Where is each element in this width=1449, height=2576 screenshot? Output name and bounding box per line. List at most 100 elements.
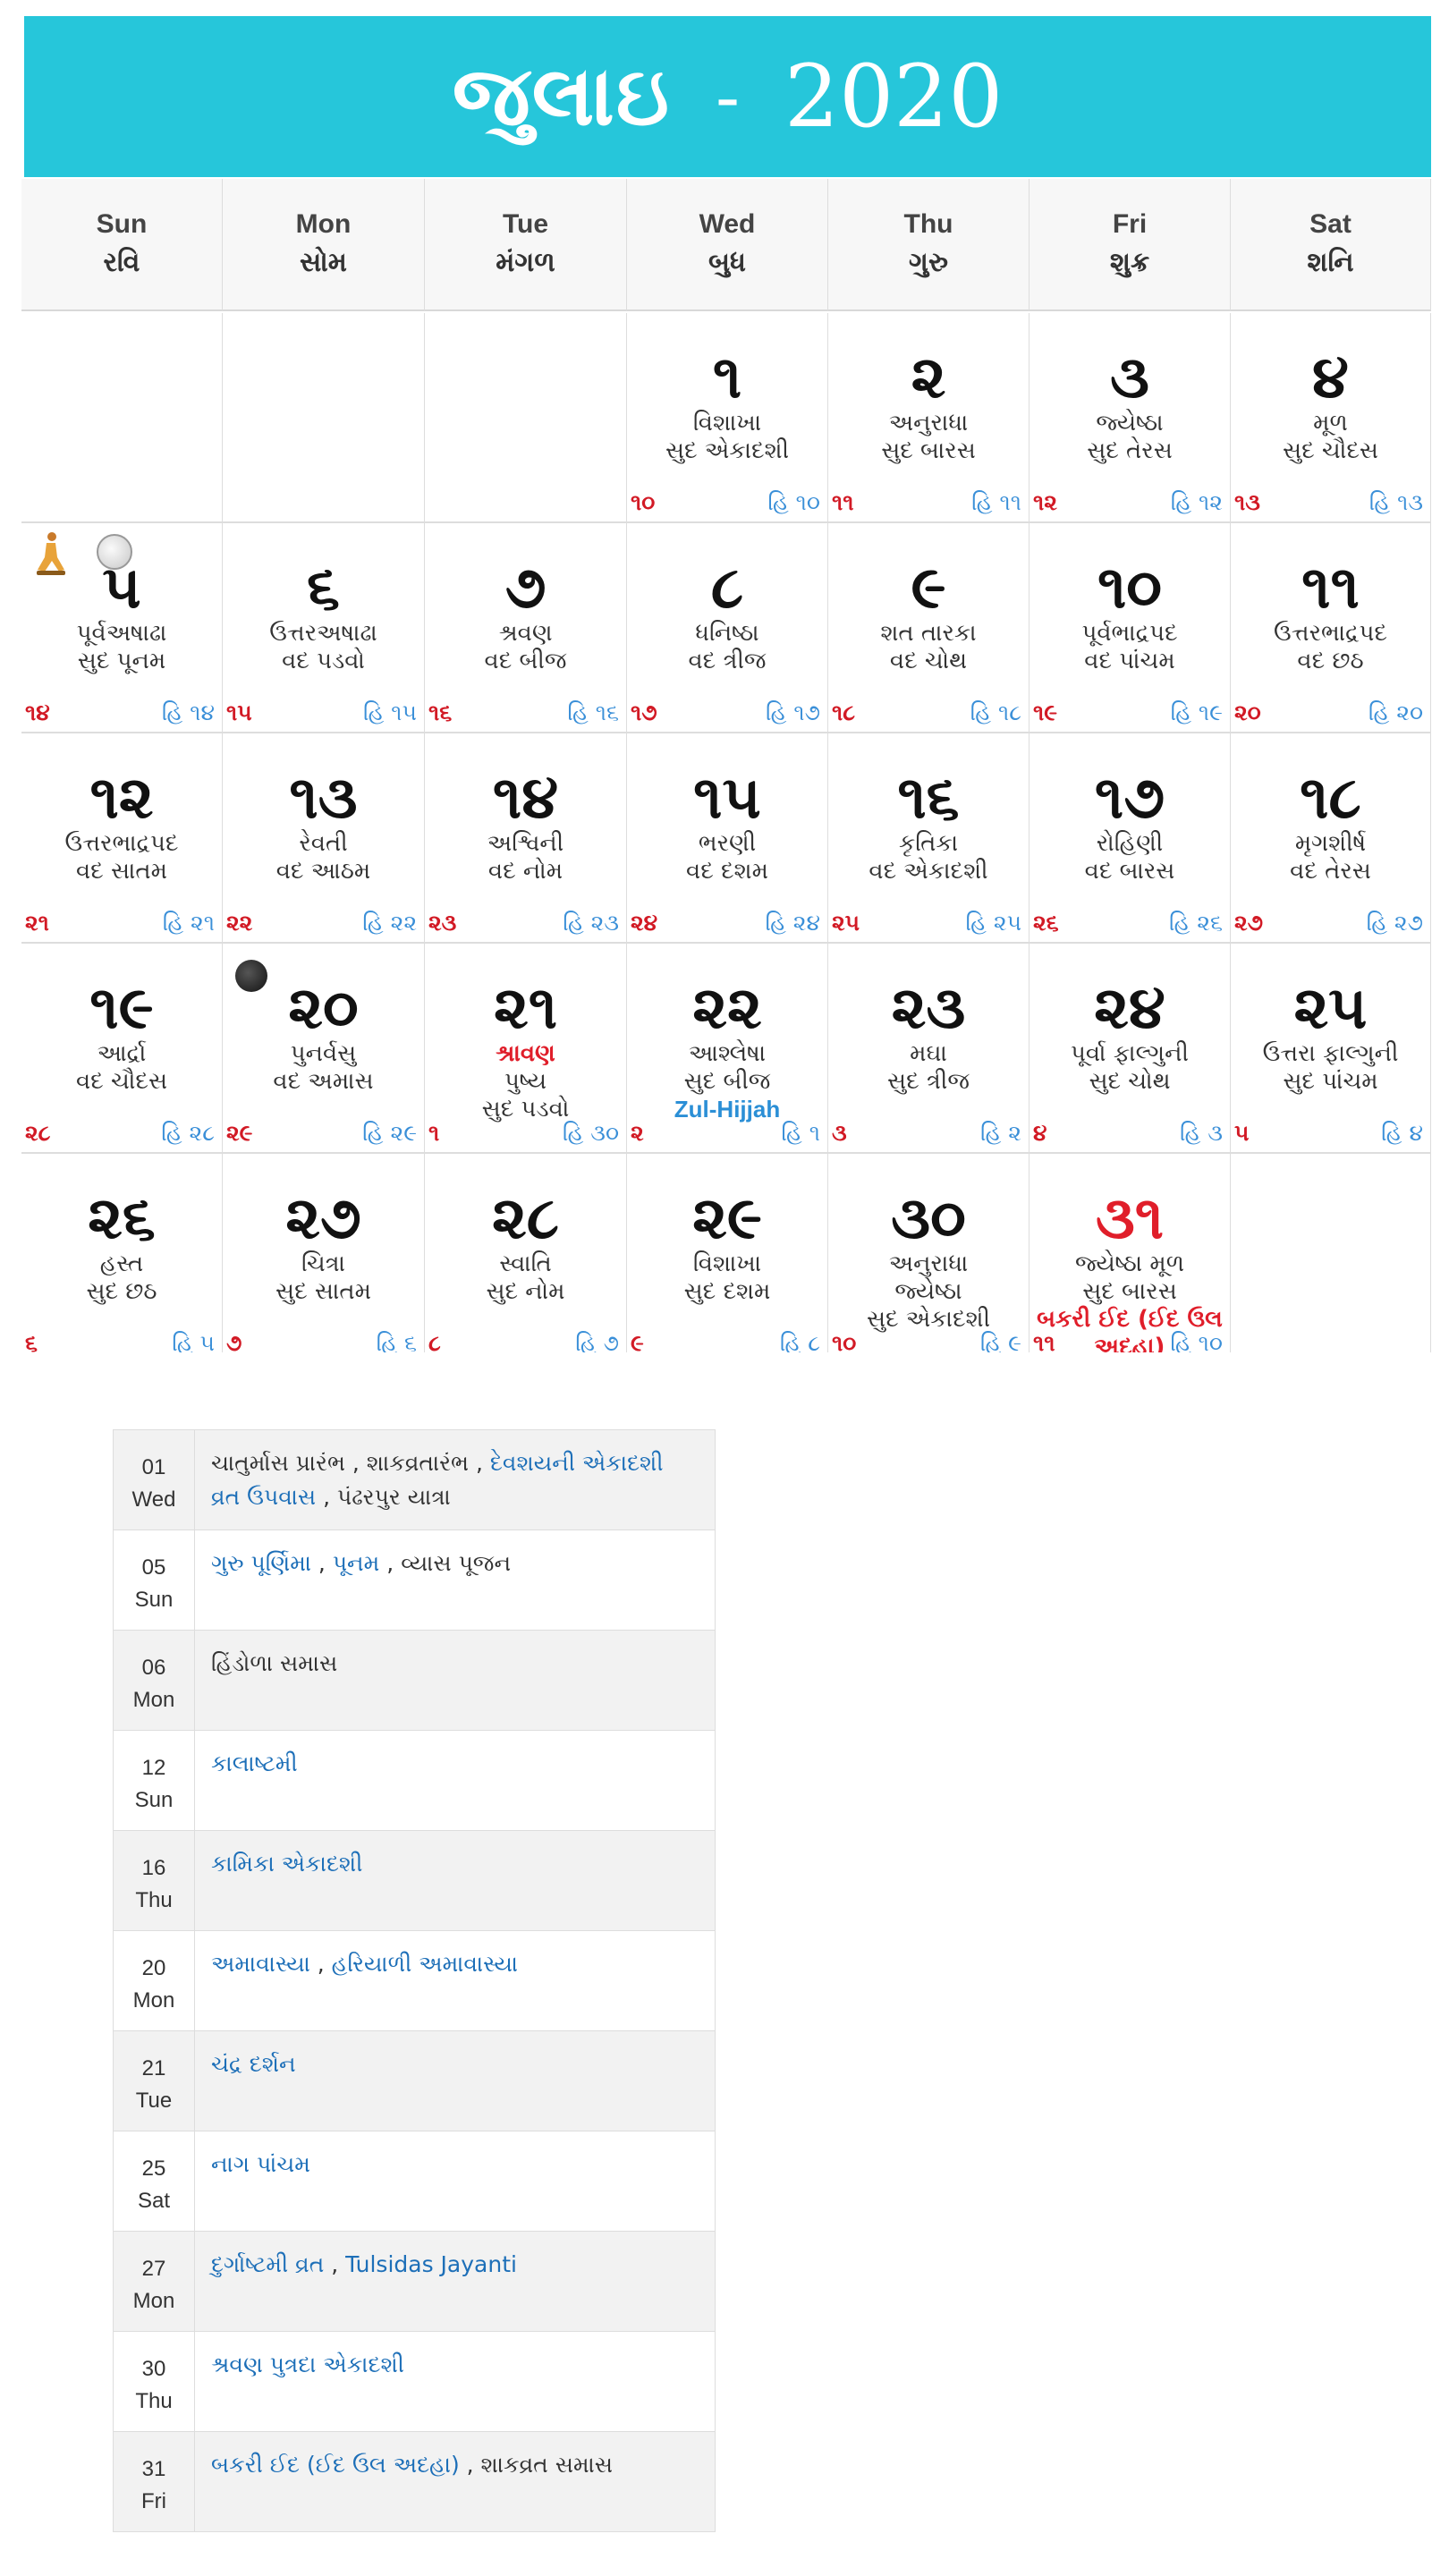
- day-cell[interactable]: ૨ અનુરાધા સુદ બારસ ૧૧ હિ ૧૧: [828, 313, 1030, 523]
- day-cell[interactable]: ૧૧ ઉત્તરભાદ્રપદ વદ છઠ ૨૦ હિ ૨૦: [1231, 523, 1431, 733]
- day-cell[interactable]: ૪ મૂળ સુદ ચૌદસ ૧૩ હિ ૧૩: [1231, 313, 1431, 523]
- month-title: જુલાઇ: [452, 47, 671, 144]
- day-cell[interactable]: ૧૯ આર્દ્રા વદ ચૌદસ ૨૮ હિ ૨૮: [21, 944, 223, 1154]
- hijri-day: હિ ૧૮: [970, 699, 1021, 725]
- vikram-day: ૨: [631, 1120, 644, 1146]
- day-cell[interactable]: ૨૪ પૂર્વા ફાલ્ગુની સુદ ચોથ ૪ હિ ૩: [1030, 944, 1231, 1154]
- day-cell[interactable]: ૨૦ પુનર્વસુ વદ અમાસ ૨૯ હિ ૨૯: [223, 944, 425, 1154]
- day-cell[interactable]: ૧૬ કૃતિકા વદ એકાદશી ૨૫ હિ ૨૫: [828, 733, 1030, 944]
- nakshatra-label: શ્રવણ: [498, 620, 553, 647]
- day-cell[interactable]: ૧ વિશાખા સુદ એકાદશી ૧૦ હિ ૧૦: [627, 313, 828, 523]
- event-link[interactable]: Tulsidas Jayanti: [345, 2251, 517, 2277]
- vikram-day: ૨૧: [25, 910, 49, 936]
- event-description: ગુરુ પૂર્ણિમા , પૂનમ , વ્યાસ પૂજન: [194, 1530, 716, 1631]
- event-date-cell: 16 Thu: [113, 1830, 195, 1931]
- event-date-cell: 01 Wed: [113, 1429, 195, 1530]
- day-cell[interactable]: ૨૭ ચિત્રા સુદ સાતમ ૭ હિ ૬: [223, 1154, 425, 1352]
- day-cell[interactable]: ૨૫ ઉત્તરા ફાલ્ગુની સુદ પાંચમ ૫ હિ ૪: [1231, 944, 1431, 1154]
- vikram-day: ૧૪: [25, 699, 50, 725]
- event-description: ચંદ્ર દર્શન: [194, 2030, 716, 2131]
- hijri-day: હિ ૫: [172, 1330, 215, 1352]
- day-number: ૭: [504, 553, 547, 622]
- event-link[interactable]: બકરી ઈદ (ઈદ ઉલ અદહા): [211, 2452, 460, 2478]
- event-row: 21 Tue ચંદ્ર દર્શન: [113, 2030, 716, 2131]
- vikram-day: ૪: [1033, 1120, 1047, 1146]
- month-change-label: શ્રાવણ: [496, 1040, 555, 1067]
- tithi-label: વદ બારસ: [1084, 858, 1175, 885]
- day-cell[interactable]: ૨૩ મઘા સુદ ત્રીજ ૩ હિ ૨: [828, 944, 1030, 1154]
- event-link[interactable]: કાલાષ્ટમી: [211, 1750, 298, 1776]
- event-link[interactable]: કામિકા એકાદશી: [211, 1851, 362, 1877]
- day-cell[interactable]: ૯ શત તારકા વદ ચોથ ૧૮ હિ ૧૮: [828, 523, 1030, 733]
- event-date-cell: 25 Sat: [113, 2131, 195, 2232]
- day-cell[interactable]: ૨૧ શ્રાવણ પુષ્ય સુદ પડવો ૧ હિ ૩૦: [425, 944, 627, 1154]
- event-link[interactable]: ગુરુ પૂર્ણિમા: [211, 1550, 311, 1576]
- day-cell[interactable]: ૩૦ અનુરાધા જ્યેષ્ઠા સુદ એકાદશી ૧૦ હિ ૯: [828, 1154, 1030, 1352]
- day-cell[interactable]: ૧૦ પૂર્વભાદ્રપદ વદ પાંચમ ૧૯ હિ ૧૯: [1030, 523, 1231, 733]
- vikram-day: ૨૫: [832, 910, 860, 936]
- vikram-day: ૮: [428, 1330, 441, 1352]
- day-cell[interactable]: ૫ પૂર્વઅષાઢા સુદ પૂનમ ૧૪ હિ ૧૪: [21, 523, 223, 733]
- day-number: ૨૬: [88, 1183, 156, 1252]
- weekday-header-tue: Tue મંગળ: [425, 179, 627, 311]
- day-number: ૧૮: [1300, 763, 1361, 832]
- day-cell[interactable]: ૧૩ રેવતી વદ આઠમ ૨૨ હિ ૨૨: [223, 733, 425, 944]
- day-number: ૧૫: [693, 763, 761, 832]
- event-link[interactable]: પૂનમ: [333, 1550, 380, 1576]
- event-date: 25: [141, 2157, 166, 2181]
- day-cell[interactable]: ૬ ઉત્તરઅષાઢા વદ પડવો ૧૫ હિ ૧૫: [223, 523, 425, 733]
- event-date: 01: [141, 1455, 166, 1479]
- event-link[interactable]: દુર્ગાષ્ટમી વ્રત: [211, 2251, 324, 2277]
- tithi-label: સુદ પૂનમ: [77, 648, 166, 674]
- day-number: ૧૭: [1094, 763, 1165, 832]
- event-link[interactable]: ચંદ્ર દર્શન: [211, 2051, 296, 2077]
- hijri-day: હિ ૧૩: [1368, 489, 1423, 515]
- tithi-label: વદ ચોથ: [889, 648, 968, 674]
- day-cell[interactable]: ૧૫ ભરણી વદ દશમ ૨૪ હિ ૨૪: [627, 733, 828, 944]
- event-row: 01 Wed ચાતુર્માસ પ્રારંભ , શાકવ્રતારંભ , દ…: [113, 1429, 716, 1530]
- hijri-day: હિ ૪: [1381, 1120, 1423, 1146]
- weekday-en: Wed: [699, 209, 756, 239]
- day-cell[interactable]: ૧૪ અશ્વિની વદ નોમ ૨૩ હિ ૨૩: [425, 733, 627, 944]
- hijri-day: હિ ૨૯: [362, 1120, 417, 1146]
- day-number: ૩૧: [1095, 1183, 1165, 1252]
- event-weekday: Wed: [131, 1487, 176, 1512]
- title-separator: -: [715, 55, 740, 139]
- weekday-en: Tue: [502, 209, 549, 239]
- day-cell[interactable]: ૧૮ મૃગશીર્ષ વદ તેરસ ૨૭ હિ ૨૭: [1231, 733, 1431, 944]
- tithi-label: સુદ એકાદશી: [665, 437, 790, 464]
- event-link[interactable]: નાગ પાંચમ: [211, 2151, 310, 2177]
- day-cell[interactable]: ૩ જ્યેષ્ઠા સુદ તેરસ ૧૨ હિ ૧૨: [1030, 313, 1231, 523]
- tithi-label: સુદ બારસ: [881, 437, 976, 464]
- day-cell[interactable]: ૩૧ જ્યેષ્ઠા મૂળ સુદ બારસ બકરી ઈદ (ઈદ ઉલ અદહ…: [1030, 1154, 1231, 1352]
- vikram-day: ૨૬: [1033, 910, 1059, 936]
- day-number: ૧૦: [1097, 553, 1163, 622]
- event-link[interactable]: શ્રવણ પુત્રદા એકાદશી: [211, 2351, 404, 2377]
- day-cell[interactable]: ૧૭ રોહિણી વદ બારસ ૨૬ હિ ૨૬: [1030, 733, 1231, 944]
- day-cell[interactable]: ૨૨ આશ્લેષા સુદ બીજ Zul-Hijjah ૨ હિ ૧: [627, 944, 828, 1154]
- vikram-day: ૧૮: [832, 699, 856, 725]
- day-cell[interactable]: ૨૬ હસ્ત સુદ છઠ ૬ હિ ૫: [21, 1154, 223, 1352]
- hijri-day: હિ ૯: [979, 1330, 1021, 1352]
- event-description: નાગ પાંચમ: [194, 2131, 716, 2232]
- day-cell[interactable]: ૭ શ્રવણ વદ બીજ ૧૬ હિ ૧૬: [425, 523, 627, 733]
- nakshatra-label: પુનર્વસુ: [290, 1040, 357, 1067]
- event-weekday: Thu: [135, 2389, 173, 2413]
- day-number: ૨: [911, 343, 946, 411]
- day-cell[interactable]: ૨૯ વિશાખા સુદ દશમ ૯ હિ ૮: [627, 1154, 828, 1352]
- event-link[interactable]: હરિયાળી અમાવાસ્યા: [332, 1951, 518, 1977]
- nakshatra-label: જ્યેષ્ઠા: [1096, 410, 1164, 436]
- day-cell: [425, 313, 627, 523]
- tithi-label: વદ દશમ: [686, 858, 768, 885]
- day-cell[interactable]: ૨૮ સ્વાતિ સુદ નોમ ૮ હિ ૭: [425, 1154, 627, 1352]
- day-number: ૩૦: [891, 1183, 966, 1252]
- day-number: ૨૮: [491, 1183, 560, 1252]
- event-link[interactable]: અમાવાસ્યા: [211, 1951, 310, 1977]
- vikram-day: ૧૦: [832, 1330, 857, 1352]
- day-cell[interactable]: ૧૨ ઉત્તરભાદ્રપદ વદ સાતમ ૨૧ હિ ૨૧: [21, 733, 223, 944]
- vikram-day: ૩: [832, 1120, 847, 1146]
- event-text: ચાતુર્માસ પ્રારંભ: [211, 1450, 345, 1476]
- event-weekday: Sun: [134, 1788, 174, 1812]
- day-cell[interactable]: ૮ ધનિષ્ઠા વદ ત્રીજ ૧૭ હિ ૧૭: [627, 523, 828, 733]
- event-description: શ્રવણ પુત્રદા એકાદશી: [194, 2331, 716, 2432]
